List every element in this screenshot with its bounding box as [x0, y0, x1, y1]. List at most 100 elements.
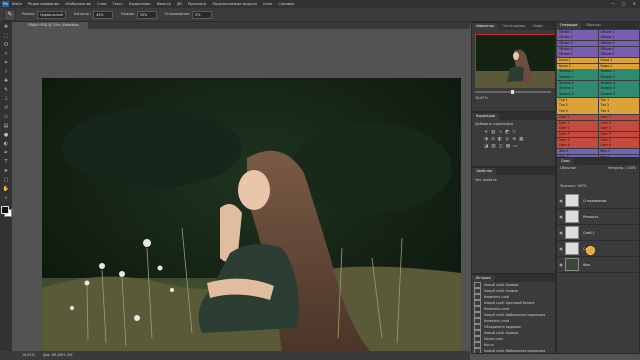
lasso-icon[interactable]: ʘ [2, 42, 10, 49]
option-mode[interactable]: Режим: Нормальный [22, 10, 66, 19]
option-flow[interactable]: Нажим: 30% [121, 10, 157, 19]
black-white-icon[interactable]: ◧ [498, 137, 502, 142]
action-button[interactable]: Зелень 1 [557, 69, 598, 75]
action-button[interactable]: Тон 2 [598, 103, 639, 109]
layer-opacity[interactable]: Непрозр.: 100% [608, 166, 636, 171]
zoom-icon[interactable]: ⌕ [2, 195, 10, 202]
menu-image[interactable]: Изображение [65, 2, 91, 6]
tab-histogram[interactable]: Гистограмма [498, 23, 529, 30]
action-button[interactable]: Зелень 3 [598, 80, 639, 86]
hue-icon[interactable]: ◑ [484, 137, 488, 142]
canvas-area[interactable] [12, 29, 470, 358]
tab-layers[interactable]: Слои [557, 158, 574, 165]
gradient-map-icon[interactable]: ▭ [513, 144, 517, 149]
menu-filter[interactable]: Фильтр [157, 2, 171, 6]
action-button[interactable]: Тон 2 [557, 103, 598, 109]
action-button[interactable]: Объем 5 [557, 52, 598, 58]
menu-edit[interactable]: Редактирование [28, 2, 59, 6]
action-button[interactable]: Кожа 2 [598, 63, 639, 69]
path-select-icon[interactable]: ➤ [2, 168, 10, 175]
maximize-icon[interactable]: ▢ [622, 1, 626, 6]
photo-filter-icon[interactable]: ◎ [505, 137, 509, 142]
tab-info[interactable]: Инфо [529, 23, 546, 30]
smoothing-field[interactable]: 0% [192, 10, 213, 19]
action-button[interactable]: Фон 1 [557, 148, 598, 155]
action-button[interactable]: Свет 2 [557, 120, 598, 126]
action-button[interactable]: Зелень 5 [598, 92, 639, 98]
layer-row[interactable]: ◉ Фон [557, 257, 639, 273]
eyedropper-icon[interactable]: ⁄ [2, 69, 10, 76]
blend-mode-select[interactable]: Обычные [560, 166, 576, 171]
navigator-thumbnail[interactable] [475, 34, 556, 88]
action-button[interactable]: Кожа 2 [557, 63, 598, 69]
tab-navigator[interactable]: Навигатор [472, 23, 499, 30]
close-icon[interactable]: ✕ [633, 1, 636, 6]
action-button[interactable]: Свет 6 [557, 143, 598, 149]
menu-3d[interactable]: 3D [177, 2, 182, 6]
brush-icon[interactable]: ✎ [2, 87, 10, 94]
flow-field[interactable]: 30% [136, 10, 157, 19]
action-button[interactable]: Кожа 1 [557, 57, 598, 64]
mode-select[interactable]: Нормальный [37, 10, 66, 19]
tab-properties[interactable]: Свойства [472, 168, 497, 175]
history-brush-icon[interactable]: ↺ [2, 105, 10, 112]
brush-icon[interactable]: ✎ [4, 8, 16, 21]
vibrance-icon[interactable]: ▽ [512, 130, 515, 135]
action-button[interactable]: Свет 5 [557, 137, 598, 143]
layer-row[interactable]: ◉Слой 2 [557, 241, 639, 257]
threshold-icon[interactable]: ◫ [499, 144, 503, 149]
action-button[interactable]: Зелень 2 [598, 75, 639, 81]
action-button[interactable]: Объем 4 [557, 46, 598, 52]
action-button[interactable]: Фон 1 [598, 148, 639, 155]
action-button[interactable]: Зелень 3 [557, 80, 598, 86]
action-button[interactable]: Объем 3 [598, 40, 639, 47]
pen-icon[interactable]: ✒ [2, 150, 10, 157]
action-button[interactable]: Тон 1 [598, 97, 639, 103]
navigator-zoom-slider[interactable] [475, 90, 551, 94]
option-opacity[interactable]: Непрозр.: 44% [74, 10, 114, 19]
document-photo[interactable] [42, 78, 461, 358]
quick-select-icon[interactable]: ✧ [2, 51, 10, 58]
crop-icon[interactable]: ⌗ [2, 60, 10, 67]
dodge-icon[interactable]: ◐ [2, 141, 10, 148]
action-button[interactable]: Тон 3 [557, 109, 598, 115]
action-button[interactable]: Свет 1 [598, 114, 639, 120]
visibility-eye-icon[interactable]: ◉ [557, 198, 565, 203]
action-button[interactable]: Свет 4 [557, 131, 598, 138]
minimize-icon[interactable]: — [611, 1, 615, 6]
menu-window[interactable]: Окно [263, 2, 273, 6]
option-smoothing[interactable]: Сглаживание: 0% [165, 10, 213, 19]
hand-icon[interactable]: ✋ [2, 186, 10, 193]
exposure-icon[interactable]: ◩ [505, 130, 509, 135]
action-button[interactable]: Кожа 1 [598, 57, 639, 64]
tab-history[interactable]: История [472, 275, 495, 282]
action-button[interactable]: Свет 2 [598, 120, 639, 126]
brightness-icon[interactable]: ☀ [484, 130, 488, 135]
action-button[interactable]: Тон 1 [557, 97, 598, 103]
menu-file[interactable]: Файл [12, 2, 22, 6]
shape-icon[interactable]: ▢ [2, 177, 10, 184]
action-button[interactable]: Зелень 5 [557, 92, 598, 98]
action-button[interactable]: Тон 3 [598, 109, 639, 115]
selective-color-icon[interactable]: ▩ [506, 144, 510, 149]
channel-mixer-icon[interactable]: ⊕ [512, 137, 516, 142]
visibility-eye-icon[interactable]: ◉ [557, 214, 565, 219]
menu-help[interactable]: Справка [278, 2, 294, 6]
action-button[interactable]: Свет 1 [557, 114, 598, 120]
foreground-color-swatch[interactable] [1, 206, 9, 214]
color-swatches[interactable] [1, 206, 12, 217]
visibility-eye-icon[interactable]: ◉ [557, 246, 565, 251]
stamp-icon[interactable]: ⊥ [2, 96, 10, 103]
menu-plugins[interactable]: Подключаемые модули [212, 2, 256, 6]
action-button[interactable]: Объем 4 [598, 46, 639, 52]
document-tab[interactable]: FINAL*.PSD @ 25% (Selective... [22, 22, 88, 29]
menu-text[interactable]: Текст [113, 2, 124, 6]
posterize-icon[interactable]: ▨ [491, 144, 495, 149]
menu-layers[interactable]: Слои [97, 2, 106, 6]
action-button[interactable]: Зелень 4 [598, 86, 639, 92]
action-button[interactable]: Свет 4 [598, 131, 639, 138]
menu-view[interactable]: Просмотр [188, 2, 206, 6]
layer-fill[interactable]: Заливка: 100% [560, 184, 587, 188]
action-button[interactable]: Объем 5 [598, 52, 639, 58]
blur-icon[interactable]: ● [2, 132, 10, 139]
